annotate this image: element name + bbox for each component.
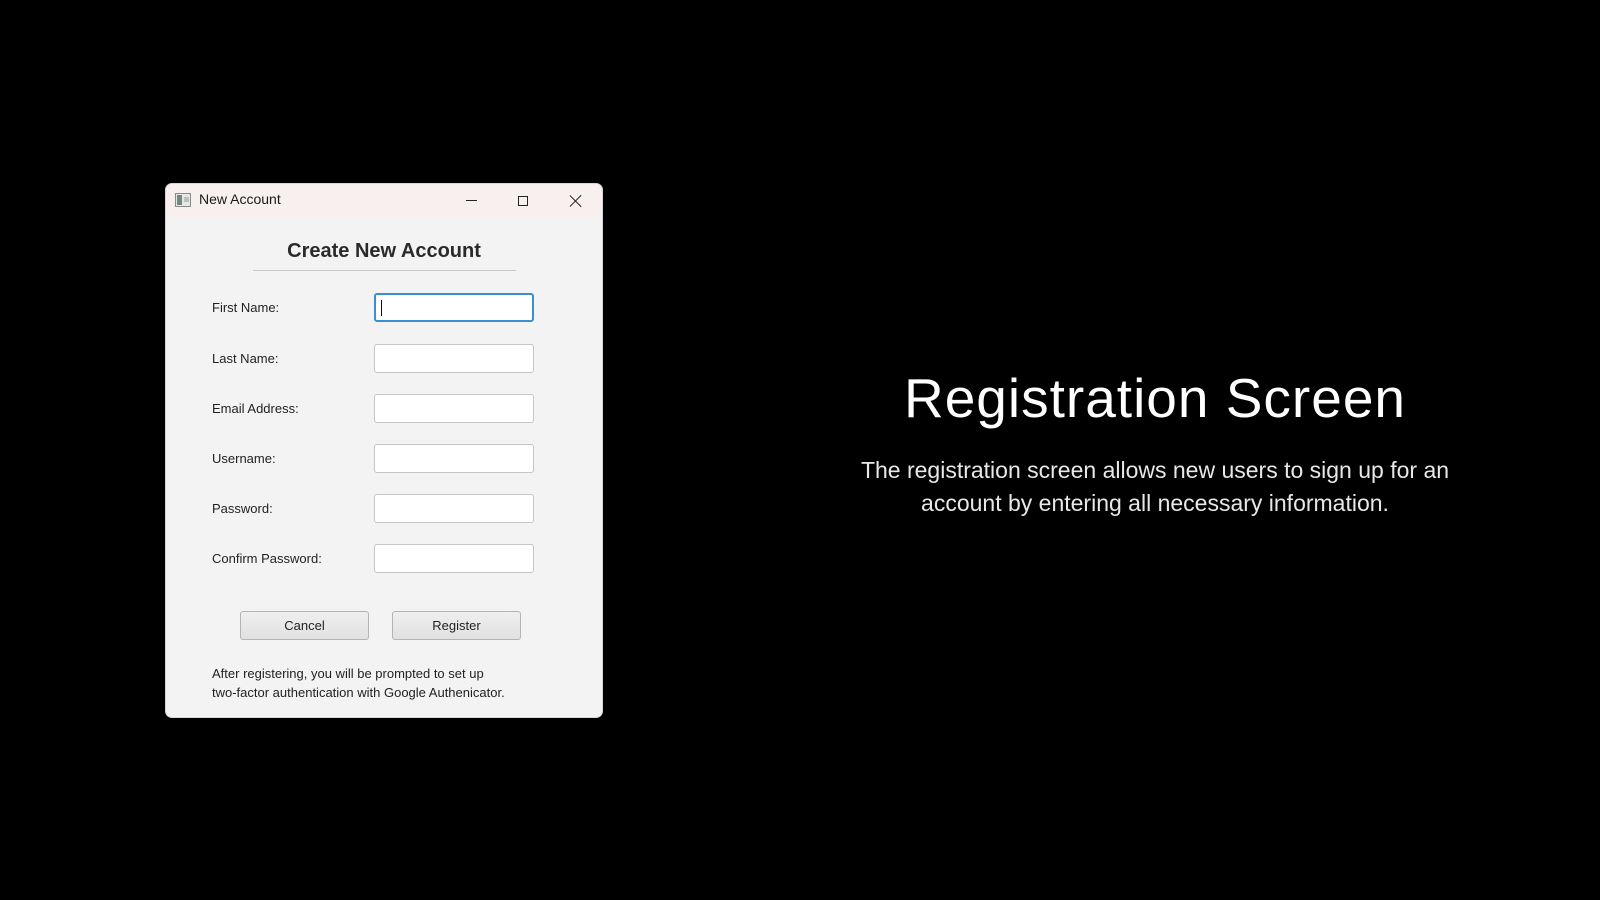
register-button[interactable]: Register	[392, 611, 521, 640]
note-line-1: After registering, you will be prompted …	[212, 666, 484, 681]
close-button[interactable]	[553, 184, 599, 217]
two-factor-note: After registering, you will be prompted …	[212, 664, 562, 702]
last-name-label: Last Name:	[212, 351, 279, 366]
form-heading: Create New Account	[287, 240, 481, 262]
minimize-button[interactable]	[448, 184, 494, 217]
confirm-password-input[interactable]	[374, 544, 534, 573]
title-bar[interactable]: New Account	[166, 184, 602, 217]
new-account-window: New Account Create New Account First Nam…	[165, 183, 603, 718]
confirm-password-label: Confirm Password:	[212, 551, 322, 566]
password-input[interactable]	[374, 494, 534, 523]
slide-description: The registration screen allows new users…	[780, 454, 1530, 520]
slide-description-line-2: account by entering all necessary inform…	[921, 490, 1389, 516]
window-title: New Account	[199, 191, 281, 207]
note-line-2: two-factor authentication with Google Au…	[212, 685, 505, 700]
cancel-button[interactable]: Cancel	[240, 611, 369, 640]
email-address-input[interactable]	[374, 394, 534, 423]
text-caret	[381, 300, 382, 316]
slide-title: Registration Screen	[903, 367, 1407, 429]
maximize-icon	[518, 195, 528, 206]
password-label: Password:	[212, 501, 273, 516]
close-icon	[569, 194, 583, 208]
email-address-label: Email Address:	[212, 401, 299, 416]
last-name-input[interactable]	[374, 344, 534, 373]
first-name-input[interactable]	[374, 293, 534, 322]
slide-description-line-1: The registration screen allows new users…	[860, 457, 1450, 483]
app-window-icon	[175, 193, 191, 207]
first-name-label: First Name:	[212, 300, 280, 315]
heading-divider	[253, 270, 516, 271]
username-label: Username:	[212, 451, 276, 466]
maximize-button[interactable]	[500, 184, 546, 217]
username-input[interactable]	[374, 444, 534, 473]
minimize-icon	[465, 200, 477, 201]
